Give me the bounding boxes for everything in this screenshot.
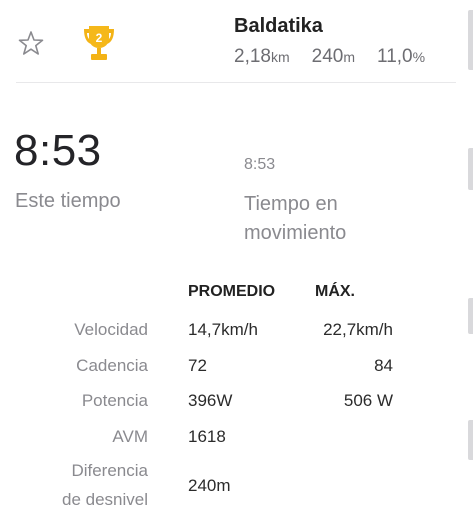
- stat-max-value: 84: [374, 356, 393, 375]
- stat-label: Cadencia: [76, 356, 148, 375]
- elapsed-time-label: Este tiempo: [15, 190, 121, 212]
- avg-column-header: PROMEDIO: [188, 283, 276, 300]
- stat-label: Potencia: [81, 391, 148, 410]
- stat-avg-value: 1618: [188, 427, 226, 446]
- moving-time-label: Tiempo en movimiento: [244, 193, 347, 244]
- max-column-header: MÁX.: [315, 283, 355, 300]
- stat-avg-value: 14,7km/h: [188, 320, 258, 339]
- adjacent-card-edge: [468, 10, 473, 70]
- segment-grade: 11,0: [377, 46, 413, 67]
- adjacent-card-edge: [468, 420, 473, 460]
- stat-max-value: 22,7km/h: [323, 320, 393, 339]
- trophy-icon: 2: [80, 24, 118, 64]
- segment-distance: 2,18: [234, 46, 271, 67]
- stat-avg-value: 240m: [188, 476, 231, 495]
- moving-time: 8:53: [244, 156, 276, 173]
- segment-grade-unit: %: [412, 49, 426, 65]
- star-outline-icon[interactable]: [18, 30, 44, 56]
- stat-avg-value: 72: [188, 356, 207, 375]
- stat-label: Diferencia de desnivel: [62, 456, 148, 512]
- segment-stats: 2,18km 240m 11,0%: [234, 46, 425, 68]
- elapsed-time: 8:53: [14, 126, 102, 175]
- stat-label: AVM: [112, 427, 148, 446]
- segment-name[interactable]: Baldatika: [234, 15, 323, 38]
- segment-elevation-unit: m: [343, 49, 356, 65]
- segment-header: 2 Baldatika 2,18km 240m 11,0%: [0, 0, 473, 82]
- header-divider: [16, 82, 456, 83]
- stat-avg-value: 396W: [188, 391, 233, 410]
- segment-distance-unit: km: [270, 49, 290, 65]
- stat-label: Velocidad: [74, 320, 148, 339]
- stat-label-line: Diferencia: [71, 461, 148, 480]
- stat-label-line: de desnivel: [61, 490, 148, 509]
- segment-elevation: 240: [311, 46, 344, 67]
- stat-max-value: 506 W: [343, 391, 393, 410]
- adjacent-card-edge: [468, 298, 473, 334]
- trophy-rank: 2: [96, 31, 103, 45]
- adjacent-card-edge: [468, 148, 473, 190]
